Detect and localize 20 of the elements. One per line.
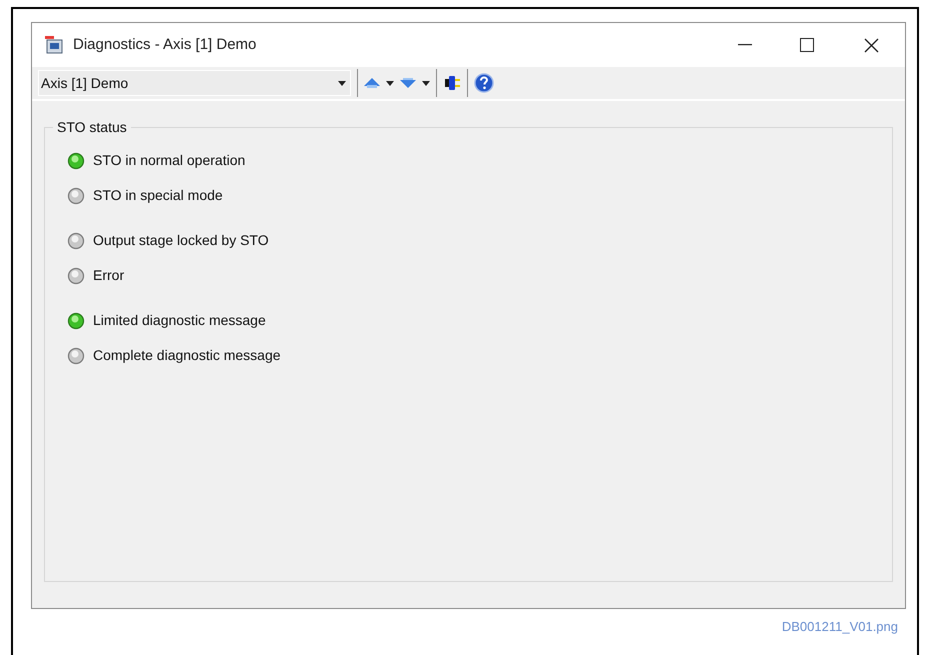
window-title: Diagnostics - Axis [1] Demo xyxy=(73,34,256,55)
caret-icon[interactable] xyxy=(386,80,394,86)
close-icon[interactable] xyxy=(864,38,879,52)
arrow-down-icon[interactable] xyxy=(400,78,416,88)
status-label: Error xyxy=(93,266,124,285)
status-label: Output stage locked by STO xyxy=(93,231,269,250)
file-caption: DB001211_V01.png xyxy=(782,618,898,636)
plug-icon[interactable] xyxy=(443,76,461,90)
minimize-icon[interactable] xyxy=(738,44,752,46)
status-label: Complete diagnostic message xyxy=(93,346,281,365)
app-icon xyxy=(44,35,64,55)
maximize-icon[interactable] xyxy=(800,38,814,52)
caret-icon xyxy=(338,80,346,86)
caret-icon[interactable] xyxy=(422,80,430,86)
status-label: STO in special mode xyxy=(93,186,223,205)
axis-dropdown[interactable]: Axis [1] Demo xyxy=(38,70,351,96)
status-label: Limited diagnostic message xyxy=(93,311,266,330)
status-label: STO in normal operation xyxy=(93,151,246,170)
arrow-up-icon[interactable] xyxy=(364,78,380,88)
help-icon[interactable] xyxy=(474,73,494,93)
